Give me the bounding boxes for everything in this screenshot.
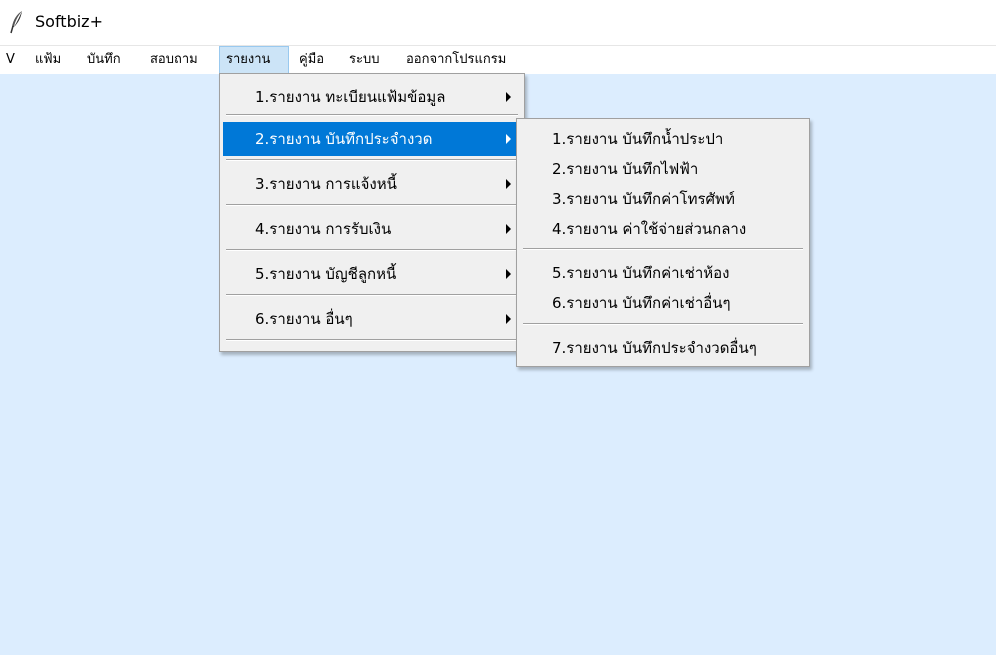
menu-item-label: 5.รายงาน บัญชีลูกหนี้: [255, 265, 397, 283]
menu-item-label: 4.รายงาน การรับเงิน: [255, 220, 392, 238]
submenu-item-common-expenses[interactable]: 4.รายงาน ค่าใช้จ่ายส่วนกลาง: [520, 217, 806, 241]
submenu-item-room-rent[interactable]: 5.รายงาน บันทึกค่าเช่าห้อง: [520, 261, 806, 285]
menu-item-label: 2.รายงาน บันทึกประจำงวด: [255, 130, 433, 148]
submenu-arrow-icon: [506, 224, 511, 234]
submenu-separator: [523, 323, 803, 325]
report-menu: 1.รายงาน ทะเบียนแฟ้มข้อมูล 2.รายงาน บันท…: [219, 73, 525, 352]
submenu-item-other-period-records[interactable]: 7.รายงาน บันทึกประจำงวดอื่นๆ: [520, 336, 806, 360]
submenu-item-water[interactable]: 1.รายงาน บันทึกน้ำประปา: [520, 127, 806, 151]
menu-bar: V แฟ้ม บันทึก สอบถาม รายงาน คู่มือ ระบบ …: [0, 45, 996, 74]
menu-separator: [226, 114, 518, 116]
menu-item-report-registry[interactable]: 1.รายงาน ทะเบียนแฟ้มข้อมูล: [223, 82, 521, 112]
menu-system[interactable]: ระบบ: [343, 46, 385, 74]
menu-record[interactable]: บันทึก: [81, 46, 127, 74]
submenu-arrow-icon: [506, 314, 511, 324]
submenu-arrow-icon: [506, 92, 511, 102]
menu-separator: [226, 159, 518, 161]
menu-item-report-period-record[interactable]: 2.รายงาน บันทึกประจำงวด: [223, 122, 521, 156]
menu-item-report-other[interactable]: 6.รายงาน อื่นๆ: [223, 302, 521, 336]
menu-exit-program[interactable]: ออกจากโปรแกรม: [400, 46, 512, 74]
submenu-separator: [523, 248, 803, 250]
window-title: Softbiz+: [35, 12, 103, 31]
menu-v[interactable]: V: [0, 46, 21, 74]
submenu-item-other-rent[interactable]: 6.รายงาน บันทึกค่าเช่าอื่นๆ: [520, 291, 806, 315]
submenu-item-electricity[interactable]: 2.รายงาน บันทึกไฟฟ้า: [520, 157, 806, 181]
menu-separator: [226, 339, 518, 341]
menu-item-report-receivables[interactable]: 5.รายงาน บัญชีลูกหนี้: [223, 257, 521, 291]
menu-item-label: 3.รายงาน การแจ้งหนี้: [255, 175, 397, 193]
menu-report[interactable]: รายงาน: [219, 46, 289, 74]
menu-separator: [226, 294, 518, 296]
menu-manual[interactable]: คู่มือ: [293, 46, 330, 74]
menu-inquiry[interactable]: สอบถาม: [144, 46, 204, 74]
submenu-item-telephone[interactable]: 3.รายงาน บันทึกค่าโทรศัพท์: [520, 187, 806, 211]
menu-item-report-billing[interactable]: 3.รายงาน การแจ้งหนี้: [223, 167, 521, 201]
menu-item-label: 6.รายงาน อื่นๆ: [255, 310, 353, 328]
period-record-submenu: 1.รายงาน บันทึกน้ำประปา 2.รายงาน บันทึกไ…: [516, 118, 810, 367]
menu-item-report-payment[interactable]: 4.รายงาน การรับเงิน: [223, 212, 521, 246]
submenu-arrow-icon: [506, 269, 511, 279]
submenu-arrow-icon: [506, 134, 511, 144]
menu-item-label: 1.รายงาน ทะเบียนแฟ้มข้อมูล: [255, 88, 446, 106]
title-bar: Softbiz+: [0, 0, 996, 44]
feather-icon: [10, 11, 22, 34]
menu-file[interactable]: แฟ้ม: [29, 46, 67, 74]
menu-separator: [226, 204, 518, 206]
submenu-arrow-icon: [506, 179, 511, 189]
menu-separator: [226, 249, 518, 251]
